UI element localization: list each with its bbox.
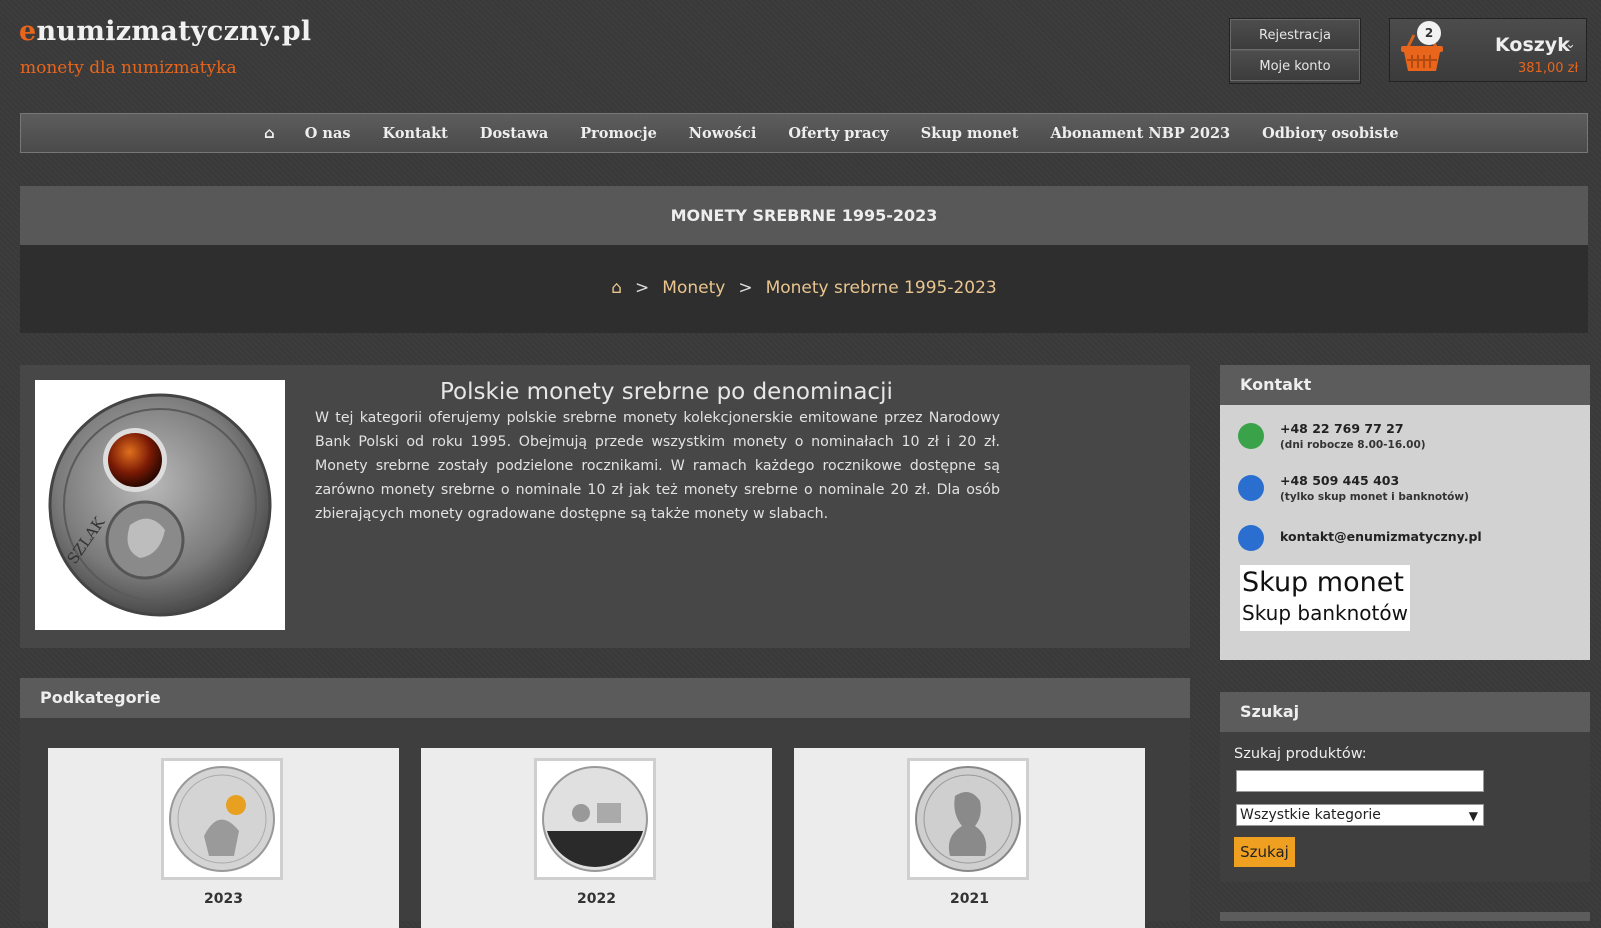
coin-thumbnail — [161, 758, 283, 880]
chevron-down-icon: ⌄ — [1565, 37, 1576, 52]
contact-panel: +48 22 769 77 27 (dni robocze 8.00-16.00… — [1220, 405, 1590, 660]
coin-thumbnail — [907, 758, 1029, 880]
nav-item-nowosci[interactable]: Nowości — [689, 125, 757, 142]
cart-count-badge: 2 — [1417, 21, 1441, 45]
category-intro: SZLAK Polskie monety srebrne po denomina… — [20, 365, 1190, 648]
contact-title: Kontakt — [1240, 375, 1312, 394]
breadcrumb-separator: > — [635, 278, 650, 298]
nav-item-dostawa[interactable]: Dostawa — [480, 125, 548, 142]
account-box: Rejestracja Moje konto — [1229, 18, 1361, 84]
nav-item-promocje[interactable]: Promocje — [580, 125, 657, 142]
subcategories-title: Podkategorie — [40, 688, 161, 707]
cart-button[interactable]: 2 Koszyk ⌄ 381,00 zł — [1389, 18, 1587, 82]
nav-item-skup-monet[interactable]: Skup monet — [921, 125, 1019, 142]
subcategory-year: 2021 — [950, 891, 989, 907]
category-image: SZLAK — [35, 380, 285, 630]
search-title: Szukaj — [1240, 702, 1300, 721]
home-icon[interactable]: ⌂ — [611, 278, 622, 298]
coin-image: SZLAK — [48, 393, 272, 617]
breadcrumb-current[interactable]: Monety srebrne 1995-2023 — [766, 278, 997, 298]
subcategory-card-2023[interactable]: 2023 — [48, 748, 399, 928]
site-logo[interactable]: enumizmatyczny.pl — [19, 16, 311, 47]
phone-icon — [1238, 423, 1264, 449]
category-select[interactable]: Wszystkie kategorie ▼ — [1236, 804, 1484, 826]
my-account-button[interactable]: Moje konto — [1230, 50, 1360, 81]
site-tagline: monety dla numizmatyka — [20, 58, 237, 78]
breadcrumb-separator: > — [738, 278, 753, 298]
skup-banner[interactable]: Skup monet Skup banknotów — [1240, 565, 1410, 631]
search-panel: Szukaj produktów: Wszystkie kategorie ▼ … — [1220, 732, 1590, 882]
subcategory-card-2021[interactable]: 2021 — [794, 748, 1145, 928]
nav-item-kontakt[interactable]: Kontakt — [383, 125, 448, 142]
nav-item-o-nas[interactable]: O nas — [305, 125, 351, 142]
search-button[interactable]: Szukaj — [1234, 837, 1295, 867]
home-icon[interactable]: ⌂ — [264, 124, 275, 142]
sidebar-next-panel — [1220, 912, 1590, 921]
subcategory-year: 2022 — [577, 891, 616, 907]
subcategory-card-2022[interactable]: 2022 — [421, 748, 772, 928]
breadcrumb-monety[interactable]: Monety — [662, 278, 725, 298]
search-input[interactable] — [1236, 770, 1484, 792]
chevron-down-icon: ▼ — [1468, 809, 1478, 823]
nav-item-odbiory[interactable]: Odbiory osobiste — [1262, 125, 1398, 142]
search-header: Szukaj — [1220, 692, 1590, 732]
subcategory-year: 2023 — [204, 891, 243, 907]
search-label: Szukaj produktów: — [1234, 746, 1367, 762]
contact-header: Kontakt — [1220, 365, 1590, 405]
main-nav: ⌂ O nas Kontakt Dostawa Promocje Nowości… — [20, 113, 1588, 153]
nav-item-abonament[interactable]: Abonament NBP 2023 — [1050, 125, 1230, 142]
breadcrumb: ⌂ > Monety > Monety srebrne 1995-2023 — [20, 245, 1588, 333]
subcategories-grid: 2023 2022 2021 — [20, 718, 1190, 928]
cart-label: Koszyk — [1495, 34, 1570, 56]
intro-text: W tej kategorii oferujemy polskie srebrn… — [315, 410, 1000, 522]
register-button[interactable]: Rejestracja — [1230, 19, 1360, 50]
mail-icon — [1238, 525, 1264, 551]
cart-total: 381,00 zł — [1518, 61, 1579, 76]
nav-item-oferty-pracy[interactable]: Oferty pracy — [788, 125, 888, 142]
page-title: MONETY SREBRNE 1995-2023 — [20, 186, 1588, 245]
intro-heading: Polskie monety srebrne po denominacji — [440, 379, 893, 405]
info-icon — [1238, 475, 1264, 501]
coin-thumbnail — [534, 758, 656, 880]
subcategories-header: Podkategorie — [20, 678, 1190, 718]
